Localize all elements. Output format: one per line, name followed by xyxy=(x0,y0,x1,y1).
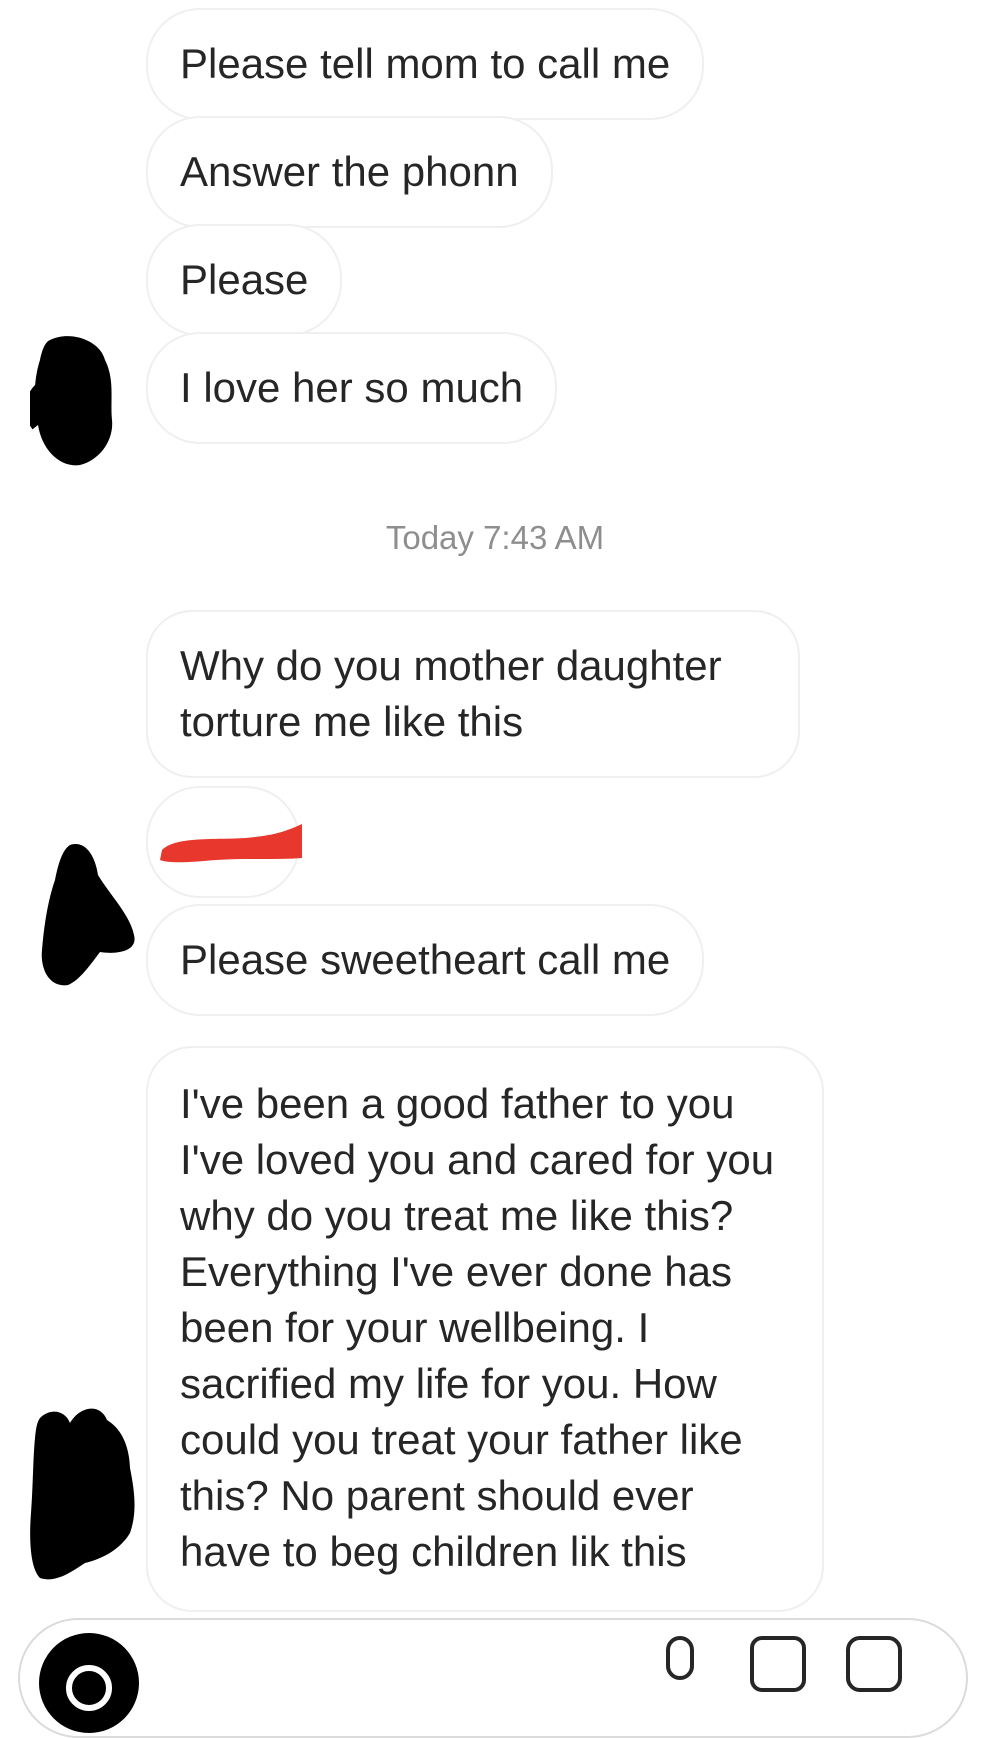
message-timestamp: Today 7:43 AM xyxy=(385,519,605,556)
avatar-redacted-3 xyxy=(30,1408,135,1580)
message-bubble[interactable]: Why do you mother daughter torture me li… xyxy=(146,610,800,778)
message-text: Why do you mother daughter torture me li… xyxy=(180,642,722,745)
avatar-redacted-1 xyxy=(30,336,113,466)
message-bubble[interactable]: I love her so much xyxy=(146,332,558,444)
message-bubble[interactable]: I've been a good father to you I've love… xyxy=(146,1046,824,1612)
message-bubble[interactable]: Please tell mom to call me xyxy=(146,8,705,120)
message-bubble[interactable]: Please sweetheart call me xyxy=(146,904,705,1016)
message-bubble-redacted[interactable] xyxy=(146,786,302,898)
message-text: Please tell mom to call me xyxy=(180,40,671,87)
message-composer[interactable] xyxy=(18,1618,968,1738)
message-bubble[interactable]: Answer the phonn xyxy=(146,116,553,228)
message-text: Answer the phonn xyxy=(180,148,519,195)
message-bubble[interactable]: Please xyxy=(146,224,343,336)
microphone-icon[interactable] xyxy=(660,1634,700,1694)
camera-icon[interactable] xyxy=(34,1628,144,1738)
gallery-icon[interactable] xyxy=(748,1634,808,1694)
avatar-redacted-2 xyxy=(41,844,135,986)
sticker-icon[interactable] xyxy=(844,1634,904,1694)
message-text: Please sweetheart call me xyxy=(180,936,671,983)
message-text: Please xyxy=(180,256,309,303)
message-text: I love her so much xyxy=(180,364,524,411)
redaction-mark xyxy=(160,824,302,863)
message-text: I've been a good father to you I've love… xyxy=(180,1080,775,1575)
